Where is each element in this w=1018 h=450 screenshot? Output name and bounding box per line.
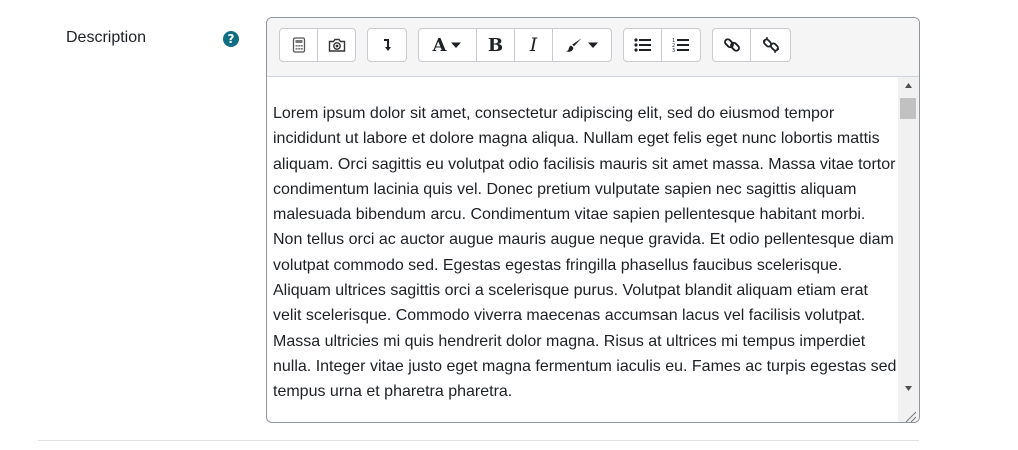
unlink-icon: [762, 37, 779, 53]
chevron-down-icon: [588, 42, 598, 48]
bold-icon: B: [487, 34, 504, 56]
toolbar-group-insert: [279, 28, 356, 62]
resize-handle-icon[interactable]: [898, 407, 919, 422]
scroll-up-arrow-icon[interactable]: [898, 77, 919, 94]
font-size-icon: A: [432, 34, 447, 56]
question-circle-icon[interactable]: ?: [223, 31, 239, 47]
italic-button[interactable]: I: [515, 29, 553, 61]
bold-button[interactable]: B: [477, 29, 515, 61]
text-color-button[interactable]: [553, 29, 611, 61]
ordered-list-icon: 1 2 3: [672, 38, 689, 53]
calculator-button[interactable]: [280, 29, 318, 61]
editor-content-area[interactable]: Lorem ipsum dolor sit amet, consectetur …: [267, 77, 898, 422]
editor-scrollbar[interactable]: [898, 77, 919, 422]
unordered-list-button[interactable]: [624, 29, 662, 61]
toolbar-group-more: [367, 28, 407, 62]
toolbar-group-style: A B I: [418, 28, 612, 62]
font-size-button[interactable]: A: [419, 29, 477, 61]
toolbar-group-lists: 1 2 3: [623, 28, 701, 62]
paintbrush-icon: [566, 38, 582, 52]
scroll-down-arrow-icon[interactable]: [898, 380, 919, 397]
unlink-button[interactable]: [751, 29, 790, 61]
calculator-icon: [292, 37, 305, 53]
unordered-list-icon: [633, 38, 651, 52]
ordered-list-button[interactable]: 1 2 3: [662, 29, 700, 61]
editor-toolbar: A B I 1 2 3: [267, 18, 919, 77]
toolbar-group-links: [712, 28, 791, 62]
svg-text:3: 3: [672, 48, 675, 53]
camera-icon: [328, 38, 345, 52]
chevron-down-icon: [451, 42, 462, 48]
editor-text[interactable]: Lorem ipsum dolor sit amet, consectetur …: [273, 101, 897, 405]
section-divider: [38, 440, 919, 441]
scrollbar-thumb[interactable]: [900, 98, 916, 119]
rich-text-editor: A B I 1 2 3 Lorem ipsum dolor sit amet, …: [266, 17, 920, 423]
link-icon: [723, 38, 740, 52]
description-label: Description: [66, 29, 147, 46]
show-more-arrow-icon: [384, 39, 391, 51]
show-more-button[interactable]: [368, 29, 406, 61]
camera-button[interactable]: [318, 29, 355, 61]
link-button[interactable]: [713, 29, 751, 61]
italic-icon: I: [529, 34, 538, 56]
